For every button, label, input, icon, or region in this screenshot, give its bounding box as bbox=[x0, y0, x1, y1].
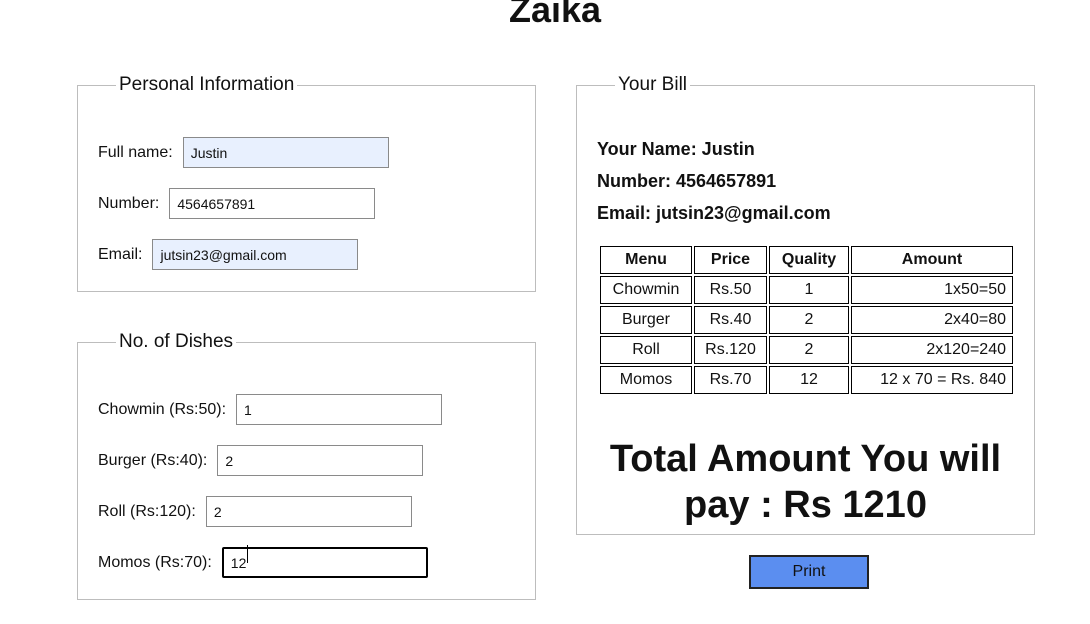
total-line-2: pay : Rs 1210 bbox=[684, 484, 927, 526]
total-amount: Total Amount You will pay : Rs 1210 bbox=[577, 436, 1034, 528]
dishes-fieldset: No. of Dishes Chowmin (Rs:50): Burger (R… bbox=[77, 331, 536, 600]
email-label: Email: bbox=[98, 245, 143, 263]
bill-number: Number: 4564657891 bbox=[597, 171, 777, 191]
bill-fieldset: Your Bill Your Name: Justin Number: 4564… bbox=[576, 74, 1035, 535]
number-label: Number: bbox=[98, 194, 160, 212]
row-amount: 1x50=50 bbox=[851, 276, 1013, 304]
number-input[interactable] bbox=[169, 188, 376, 219]
header-quality: Quality bbox=[769, 246, 849, 274]
row-price: Rs.70 bbox=[694, 366, 767, 394]
bill-email: Email: jutsin23@gmail.com bbox=[597, 203, 831, 223]
momos-label: Momos (Rs:70): bbox=[98, 553, 212, 571]
print-button[interactable]: Print bbox=[749, 555, 869, 589]
row-amount: 2x120=240 bbox=[851, 336, 1013, 364]
row-quantity: 1 bbox=[769, 276, 849, 304]
text-cursor-icon bbox=[247, 545, 248, 563]
burger-label: Burger (Rs:40): bbox=[98, 451, 208, 469]
full-name-input[interactable] bbox=[182, 137, 389, 168]
bill-table: Menu Price Quality Amount Chowmin Rs.50 … bbox=[598, 244, 1015, 396]
full-name-label: Full name: bbox=[98, 143, 173, 161]
bill-legend: Your Bill bbox=[618, 74, 688, 95]
chowmin-quantity-input[interactable] bbox=[236, 394, 443, 425]
table-row: Chowmin Rs.50 1 1x50=50 bbox=[600, 276, 1013, 304]
row-menu: Momos bbox=[600, 366, 692, 394]
row-menu: Burger bbox=[600, 306, 692, 334]
personal-info-fieldset: Personal Information Full name: Number: … bbox=[77, 74, 536, 292]
total-line-1: Total Amount You will bbox=[609, 438, 1002, 480]
row-price: Rs.50 bbox=[694, 276, 767, 304]
row-amount: 2x40=80 bbox=[851, 306, 1013, 334]
row-amount: 12 x 70 = Rs. 840 bbox=[851, 366, 1013, 394]
row-quantity: 2 bbox=[769, 336, 849, 364]
row-quantity: 2 bbox=[769, 306, 849, 334]
header-menu: Menu bbox=[600, 246, 692, 274]
personal-info-legend: Personal Information bbox=[119, 74, 295, 95]
chowmin-label: Chowmin (Rs:50): bbox=[98, 400, 227, 418]
row-menu: Chowmin bbox=[600, 276, 692, 304]
bill-name: Your Name: Justin bbox=[597, 139, 755, 159]
email-input[interactable] bbox=[152, 239, 359, 270]
table-row: Burger Rs.40 2 2x40=80 bbox=[600, 306, 1013, 334]
row-menu: Roll bbox=[600, 336, 692, 364]
dishes-legend: No. of Dishes bbox=[119, 331, 234, 352]
bill-table-header: Menu Price Quality Amount bbox=[600, 246, 1013, 274]
roll-label: Roll (Rs:120): bbox=[98, 502, 196, 520]
row-price: Rs.40 bbox=[694, 306, 767, 334]
row-quantity: 12 bbox=[769, 366, 849, 394]
roll-quantity-input[interactable] bbox=[205, 496, 412, 527]
page-title: Zaika bbox=[508, 0, 602, 30]
burger-quantity-input[interactable] bbox=[217, 445, 424, 476]
row-price: Rs.120 bbox=[694, 336, 767, 364]
table-row: Momos Rs.70 12 12 x 70 = Rs. 840 bbox=[600, 366, 1013, 394]
table-row: Roll Rs.120 2 2x120=240 bbox=[600, 336, 1013, 364]
momos-quantity-input[interactable] bbox=[221, 547, 428, 578]
header-amount: Amount bbox=[851, 246, 1013, 274]
header-price: Price bbox=[694, 246, 767, 274]
